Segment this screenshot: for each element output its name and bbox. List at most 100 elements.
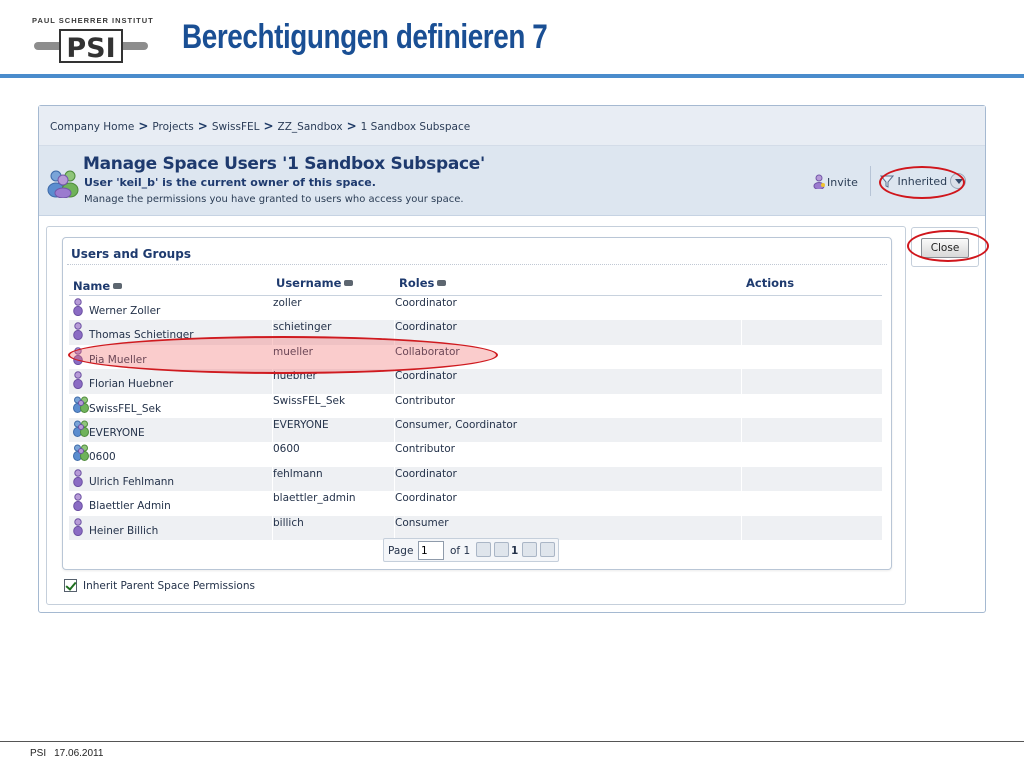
column-divider xyxy=(741,442,742,467)
breadcrumb-separator: > xyxy=(138,119,149,133)
user-icon xyxy=(73,347,83,370)
chevron-down-icon[interactable] xyxy=(950,173,967,189)
inherited-label: Inherited xyxy=(897,175,948,188)
users-group-icon xyxy=(47,170,79,198)
pagination: Page of 1 1 xyxy=(383,538,559,562)
breadcrumb-projects[interactable]: Projects xyxy=(152,121,193,133)
table-row[interactable]: Pia Mueller mueller Collaborator xyxy=(69,344,882,370)
page-input[interactable] xyxy=(418,541,444,560)
breadcrumb-zz-sandbox[interactable]: ZZ_Sandbox xyxy=(278,121,343,133)
table-row[interactable]: Heiner Billich billich Consumer xyxy=(69,515,882,541)
column-username-label: Username xyxy=(276,276,342,290)
page-label: Page xyxy=(388,545,414,557)
title-divider xyxy=(67,264,887,265)
invite-button[interactable]: Invite xyxy=(813,174,858,190)
inherited-dropdown[interactable]: Inherited xyxy=(879,173,967,189)
breadcrumb-current-space[interactable]: 1 Sandbox Subspace xyxy=(361,121,471,133)
table-row[interactable]: Blaettler Admin blaettler_admin Coordinato… xyxy=(69,491,882,516)
group-icon xyxy=(73,444,89,467)
next-page-button[interactable] xyxy=(522,542,537,557)
row-name: 0600 xyxy=(89,451,116,464)
row-roles: Collaborator xyxy=(395,345,460,358)
table-row[interactable]: EVERYONE EVERYONE Consumer, Coordinator xyxy=(69,417,882,443)
row-name: Pia Mueller xyxy=(89,353,147,366)
sort-icon xyxy=(113,283,123,289)
user-icon xyxy=(73,517,83,541)
column-divider xyxy=(741,393,742,418)
table-row[interactable]: Florian Huebner huebner Coordinator xyxy=(69,369,882,394)
column-divider xyxy=(741,466,742,492)
users-groups-panel: Users and Groups Name Username Roles Act… xyxy=(62,237,892,570)
table-header: Name Username Roles Actions xyxy=(63,276,893,296)
row-name: Florian Huebner xyxy=(89,378,174,391)
footer-divider xyxy=(0,741,1024,742)
column-divider xyxy=(741,296,742,321)
last-page-button[interactable] xyxy=(540,542,555,557)
row-name: Werner Zoller xyxy=(89,305,161,317)
footer-org: PSI xyxy=(30,748,47,759)
breadcrumb-separator: > xyxy=(346,119,357,133)
row-name: Blaettler Admin xyxy=(89,500,171,513)
column-divider xyxy=(741,344,742,370)
row-name: SwissFEL_Sek xyxy=(89,402,162,415)
row-roles: Consumer, Coordinator xyxy=(395,418,518,431)
close-button[interactable]: Close xyxy=(921,238,969,258)
sort-icon xyxy=(344,280,354,286)
prev-page-button[interactable] xyxy=(494,542,509,557)
first-page-button[interactable] xyxy=(476,542,491,557)
row-username: billich xyxy=(273,516,304,529)
page-title: Manage Space Users '1 Sandbox Subspace' xyxy=(83,154,485,174)
header-divider xyxy=(0,74,1024,78)
page-of-label: of 1 xyxy=(450,545,471,557)
psi-logo: PAUL SCHERRER INSTITUT PSI xyxy=(32,16,153,64)
table-row[interactable]: SwissFEL_Sek SwissFEL_Sek Contributor xyxy=(69,393,882,419)
table-row[interactable]: Thomas Schietinger schietinger Coordinator xyxy=(69,320,882,345)
slide-footer: PSI 17.06.2011 xyxy=(30,748,111,759)
logo-mark-text: PSI xyxy=(66,33,115,64)
app-window: Company Home > Projects > SwissFEL > ZZ_Sandbo… xyxy=(38,105,989,613)
column-divider xyxy=(741,515,742,540)
group-icon xyxy=(73,420,89,443)
table-row[interactable]: 0600 0600 Contributor xyxy=(69,442,882,467)
user-icon xyxy=(73,322,83,345)
content-panel: Users and Groups Name Username Roles Act… xyxy=(46,226,906,605)
column-roles-label: Roles xyxy=(399,276,435,290)
breadcrumb: Company Home > Projects > SwissFEL > ZZ_Sandbo… xyxy=(39,106,985,146)
row-roles: Coordinator xyxy=(395,467,457,480)
close-panel: Close xyxy=(911,227,979,267)
invite-label: Invite xyxy=(827,176,858,189)
current-page: 1 xyxy=(511,545,519,557)
column-header-name[interactable]: Name xyxy=(73,279,123,293)
column-name-label: Name xyxy=(73,279,111,293)
row-name: EVERYONE xyxy=(89,426,145,439)
row-name: Heiner Billich xyxy=(89,524,159,537)
users-table-body: Werner Zoller zoller Coordinator Thomas Sch… xyxy=(69,296,882,540)
row-username: schietinger xyxy=(273,321,332,334)
inherit-permissions-option: Inherit Parent Space Permissions xyxy=(64,579,255,592)
column-header-username[interactable]: Username xyxy=(276,276,354,290)
inherit-permissions-checkbox[interactable] xyxy=(64,579,77,592)
sort-icon xyxy=(437,280,447,286)
row-roles: Coordinator xyxy=(395,321,457,334)
column-divider xyxy=(741,369,742,394)
row-roles: Contributor xyxy=(395,394,455,407)
table-row[interactable]: Werner Zoller zoller Coordinator xyxy=(69,296,882,321)
column-divider xyxy=(741,417,742,443)
inherit-permissions-label: Inherit Parent Space Permissions xyxy=(83,580,255,592)
row-roles: Coordinator xyxy=(395,492,457,505)
row-roles: Consumer xyxy=(395,516,449,529)
breadcrumb-company-home[interactable]: Company Home xyxy=(50,121,134,133)
owner-notice: User 'keil_b' is the current owner of th… xyxy=(84,176,376,189)
page-description: Manage the permissions you have granted … xyxy=(84,194,464,205)
row-username: mueller xyxy=(273,345,313,358)
column-header-roles[interactable]: Roles xyxy=(399,276,447,290)
row-username: SwissFEL_Sek xyxy=(273,394,346,407)
row-name: Thomas Schietinger xyxy=(89,329,194,342)
footer-date: 17.06.2011 xyxy=(54,748,104,759)
table-row[interactable]: Ulrich Fehlmann fehlmann Coordinator xyxy=(69,466,882,492)
column-divider xyxy=(741,320,742,345)
column-divider xyxy=(741,491,742,516)
breadcrumb-swissfel[interactable]: SwissFEL xyxy=(212,121,260,133)
row-username: blaettler_admin xyxy=(273,492,356,505)
group-icon xyxy=(73,396,89,419)
